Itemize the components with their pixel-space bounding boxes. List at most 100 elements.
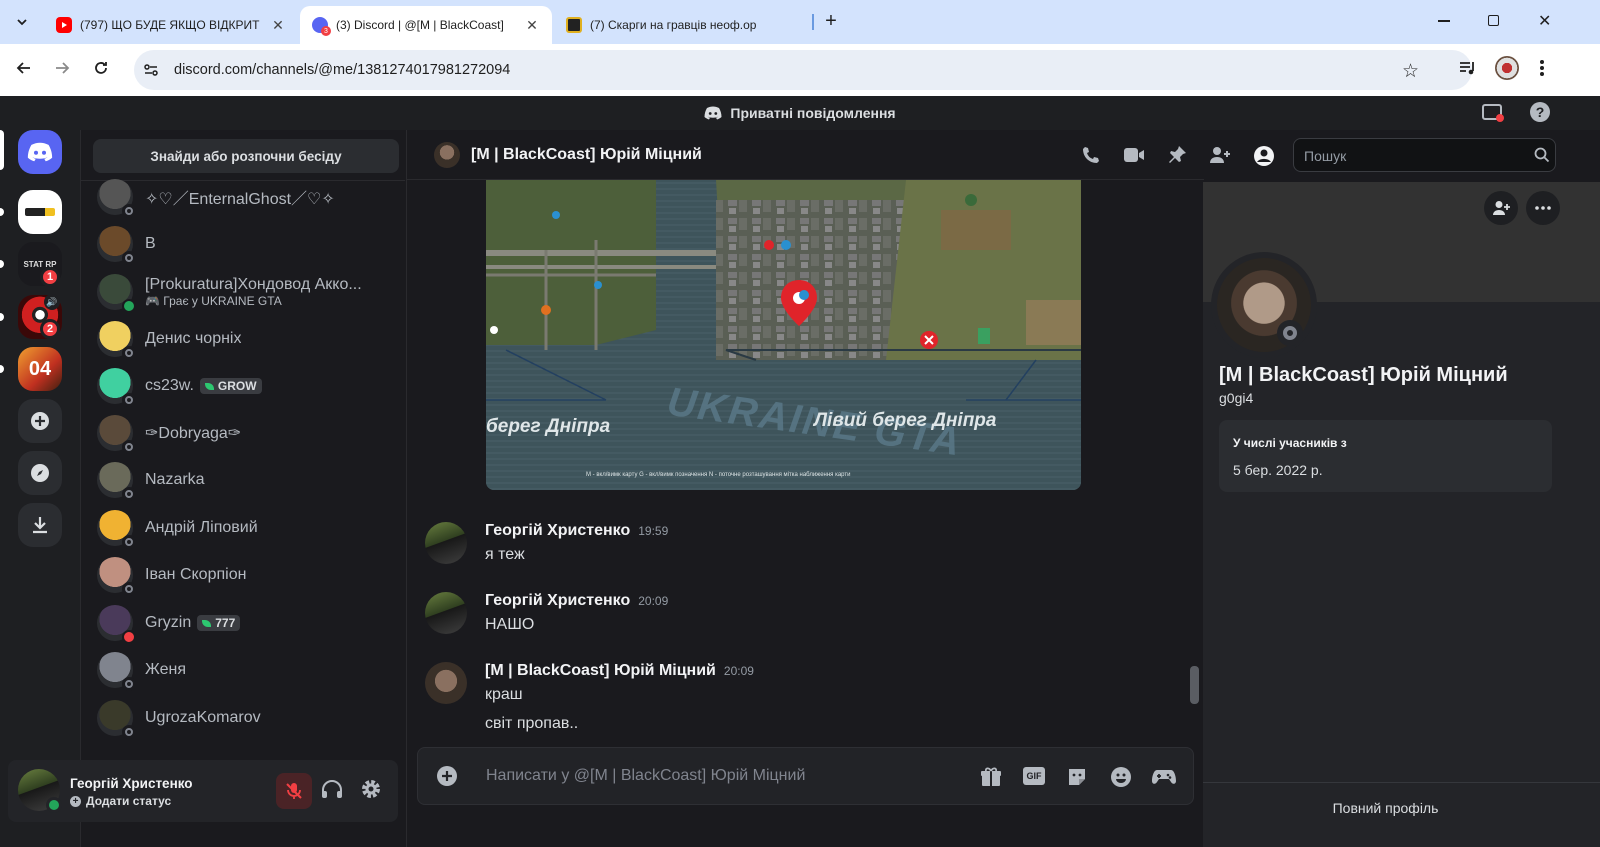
recipient-avatar[interactable] [434,142,460,168]
media-control-icon[interactable] [1458,58,1478,78]
dm-name: cs23w. [145,377,194,394]
voice-call-icon[interactable] [1081,145,1101,165]
search-input[interactable]: Пошук [1293,138,1556,172]
upload-button[interactable] [436,765,458,787]
address-bar[interactable]: discord.com/channels/@me/138127401798127… [134,50,1472,90]
gift-icon[interactable] [980,766,1002,788]
map-label-right: Лівий берег Дніпра [814,410,997,431]
message-author[interactable]: Георгій Христенко [485,592,630,609]
site-info-icon[interactable] [142,61,160,79]
dm-item[interactable]: B [89,222,393,266]
message-author[interactable]: Георгій Христенко [485,522,630,539]
dm-item[interactable]: Андрій Ліповий [89,506,393,550]
close-window-button[interactable]: ✕ [1538,11,1551,31]
restore-button[interactable] [1488,15,1499,26]
profile-avatar[interactable] [1495,56,1519,80]
close-tab-icon[interactable]: ✕ [270,17,286,33]
chat-scrollbar-thumb[interactable] [1190,666,1199,704]
add-friend-button[interactable] [1484,191,1518,225]
new-tab-button[interactable]: + [820,10,842,32]
message-avatar[interactable] [425,662,467,704]
add-friends-icon[interactable] [1209,145,1231,165]
map-image-attachment[interactable]: UKRAINE GTA берег Дніпра Лівий берег Дні… [486,180,1081,490]
dm-activity: 🎮 Грає у UKRAINE GTA [145,294,362,308]
profile-display-name: [M | BlackCoast] Юрій Міцний [1219,364,1508,386]
mute-button[interactable] [276,773,312,809]
add-server-button[interactable] [18,399,62,443]
message-timestamp: 20:09 [638,594,669,608]
dm-item[interactable]: UgrozaKomarov [89,696,393,740]
message-avatar[interactable] [425,522,467,564]
message-text: краш [485,686,523,703]
add-circle-icon: + [70,795,81,807]
gif-icon[interactable]: GIF [1023,767,1045,785]
dm-item[interactable]: [Prokuratura]Хондовод Акко... 🎮 Грає у UK… [89,270,393,314]
message-author[interactable]: [M | BlackCoast] Юрій Міцний [485,662,716,679]
back-button[interactable] [14,58,34,78]
leaf-icon [202,619,212,627]
offline-status-icon [122,393,136,407]
chevron-down-icon [17,19,27,26]
pin-icon[interactable] [1167,145,1187,165]
video-call-icon[interactable] [1123,146,1145,164]
server-icon-4[interactable]: 04 [18,347,62,391]
set-status-button[interactable]: + Додати статус [70,794,171,808]
tab-divider [812,14,814,30]
dm-item[interactable]: Gryzin 777 [89,601,393,645]
sticker-icon[interactable] [1066,766,1088,788]
dm-item[interactable]: Іван Скорпіон [89,553,393,597]
offline-status-icon [122,582,136,596]
map-legend: M - вкл/вимк карту G - вкл/вимк позначен… [586,472,851,478]
emoji-icon[interactable] [1110,766,1132,788]
server-icon-1[interactable] [18,190,62,234]
minimize-button[interactable] [1438,20,1450,22]
help-icon[interactable]: ? [1530,102,1550,122]
message-timestamp: 20:09 [723,664,754,678]
dm-name: Іван Скорпіон [145,566,247,583]
tab-search-button[interactable] [8,8,36,36]
discover-button[interactable] [18,451,62,495]
deafen-button[interactable] [320,778,344,800]
bookmark-star-icon[interactable]: ☆ [1402,60,1419,83]
close-tab-icon[interactable]: ✕ [524,17,540,33]
browser-tab-forum[interactable]: (7) Скарги на гравців неоф.ор [554,6,808,44]
online-status-icon [122,299,136,313]
dm-item[interactable]: Женя [89,648,393,692]
more-options-button[interactable] [1526,191,1560,225]
download-apps-button[interactable] [18,503,62,547]
browser-menu-icon[interactable] [1540,58,1544,78]
dm-item[interactable]: ✧♡／EnternalGhost／♡✧ [89,175,393,219]
discord-logo-icon [27,142,53,162]
unread-indicator [0,365,4,373]
tab-title: (7) Скарги на гравців неоф.ор [590,18,757,32]
message-input[interactable]: Написати у @[M | BlackCoast] Юрій Міцний [486,767,805,785]
message-avatar[interactable] [425,592,467,634]
url-text[interactable]: discord.com/channels/@me/138127401798127… [174,62,510,78]
recipient-name[interactable]: [M | BlackCoast] Юрій Міцний [471,146,702,164]
microphone-muted-icon [286,783,302,799]
forward-button[interactable] [52,58,72,78]
settings-button[interactable] [360,778,382,800]
reload-button[interactable] [91,58,111,78]
view-full-profile-button[interactable]: Повний профіль [1203,800,1568,816]
dm-avatar [97,274,136,313]
message-text: я теж [485,546,525,563]
dm-avatar [97,700,136,739]
browser-tab-youtube[interactable]: (797) ЩО БУДЕ ЯКЩО ВІДКРИТ ✕ [44,6,298,44]
find-conversation-button[interactable]: Знайди або розпочни бесіду [93,139,399,173]
dm-item[interactable]: ✑Dobryaga✑ [89,411,393,455]
message-text: НАШО [485,616,535,633]
browser-tab-discord[interactable]: 3 (3) Discord | @[M | BlackCoast] ✕ [300,6,552,44]
dm-item[interactable]: Денис чорніх [89,317,393,361]
dm-item[interactable]: cs23w. GROW [89,364,393,408]
inbox-icon[interactable] [1482,104,1504,122]
discord-title-bar: Приватні повідомлення ? [0,96,1600,130]
user-profile-icon[interactable] [1253,145,1275,167]
direct-messages-button[interactable] [18,130,62,174]
message-text: світ пропав.. [485,715,579,732]
activities-icon[interactable] [1152,767,1176,787]
profile-avatar[interactable] [1211,252,1317,358]
gear-icon [362,780,380,798]
dm-item[interactable]: Nazarka [89,458,393,502]
unread-indicator [0,208,4,216]
